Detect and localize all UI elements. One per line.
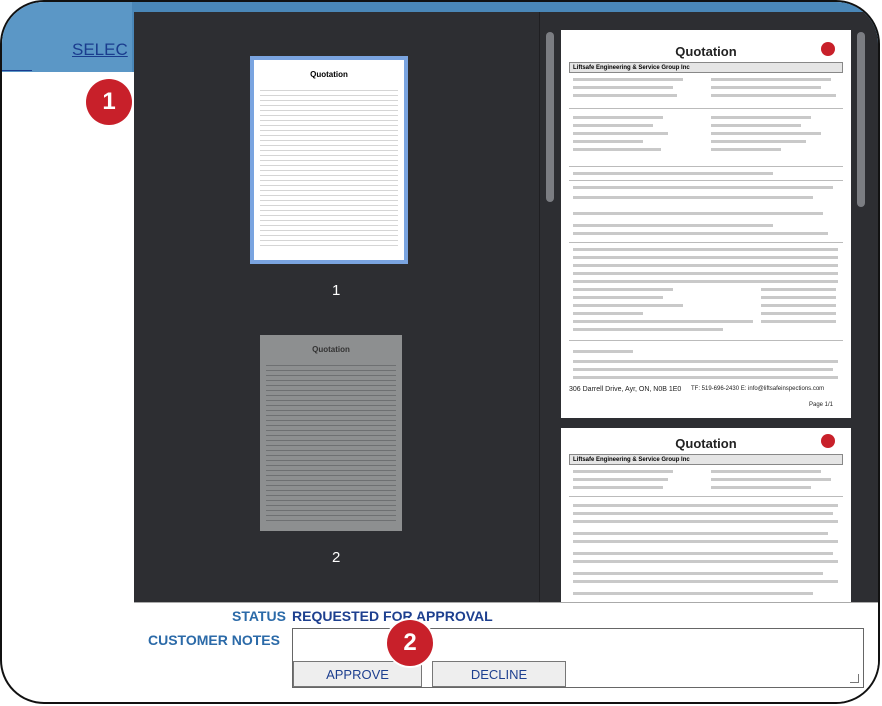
thumbnail-number-1: 1 [332, 282, 341, 299]
device-frame: SELEC Quotation 1 Quotation 2 Quotation … [0, 0, 880, 704]
status-label: STATUS [232, 608, 286, 624]
select-link[interactable]: SELEC [72, 40, 128, 60]
document-page-2: Quotation Liftsafe Engineering & Service… [561, 428, 851, 602]
thumbnail-page-2[interactable]: Quotation [260, 335, 402, 531]
page-scrollbar[interactable] [857, 32, 865, 207]
company-name: Liftsafe Engineering & Service Group Inc [569, 454, 843, 465]
thumbnail-number-2: 2 [332, 549, 341, 566]
callout-marker-1: 1 [86, 79, 132, 125]
thumb-content [266, 361, 396, 521]
thumbnail-page-1[interactable]: Quotation [250, 56, 408, 264]
page-footer-contact: TF: 519-696-2430 E: info@liftsafeinspect… [691, 386, 825, 392]
decline-button[interactable]: DECLINE [432, 661, 566, 687]
pdf-viewer: Quotation 1 Quotation 2 Quotation Liftsa… [134, 12, 878, 602]
page-number: Page 1/1 [809, 402, 834, 408]
viewer-divider [539, 12, 540, 602]
page-title: Quotation [675, 44, 737, 59]
thumbnail-panel[interactable]: Quotation 1 Quotation 2 [134, 12, 539, 602]
tab-underline [2, 70, 32, 71]
customer-notes-label: CUSTOMER NOTES [148, 632, 280, 648]
thumbnail-scrollbar[interactable] [546, 32, 554, 202]
resize-handle-icon[interactable] [850, 674, 859, 683]
company-name: Liftsafe Engineering & Service Group Inc [569, 62, 843, 73]
page-title: Quotation [675, 436, 737, 451]
document-page-1: Quotation Liftsafe Engineering & Service… [561, 30, 851, 418]
callout-marker-2: 2 [387, 620, 433, 666]
thumb-content [260, 86, 398, 246]
company-logo-icon [821, 42, 835, 56]
status-value: REQUESTED FOR APPROVAL [292, 608, 493, 624]
company-logo-icon [821, 434, 835, 448]
thumb-title: Quotation [312, 345, 350, 354]
thumb-title: Quotation [310, 70, 348, 79]
page-footer-address: 306 Darrell Drive, Ayr, ON, N0B 1E0 [569, 386, 682, 393]
page-view[interactable]: Quotation Liftsafe Engineering & Service… [561, 12, 851, 602]
